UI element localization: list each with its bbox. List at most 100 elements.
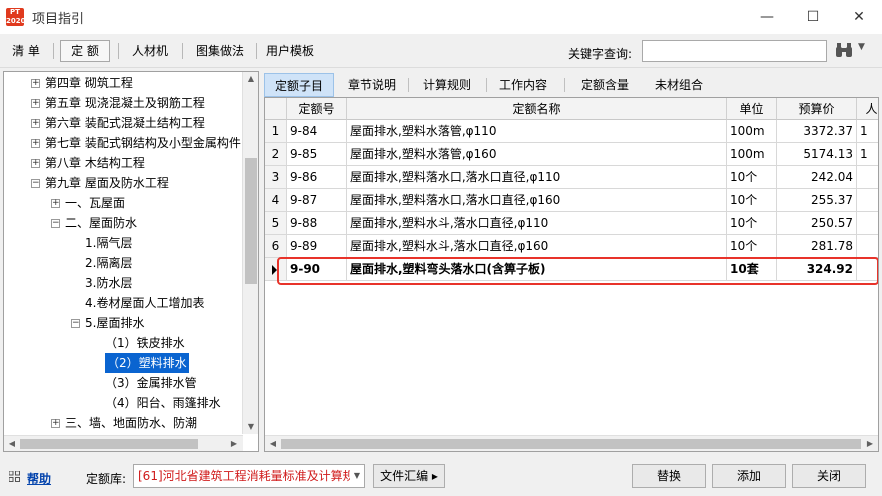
keyword-search-input[interactable] bbox=[642, 40, 827, 62]
quota-unit-cell[interactable]: 100m bbox=[727, 120, 777, 143]
tree-item[interactable]: （2）塑料排水 bbox=[4, 353, 242, 373]
expand-icon[interactable]: + bbox=[31, 99, 40, 108]
minimize-button[interactable]: — bbox=[744, 0, 790, 34]
quota-unit-cell[interactable]: 10个 bbox=[727, 166, 777, 189]
quota-unit-cell[interactable]: 100m bbox=[727, 143, 777, 166]
expand-icon[interactable]: + bbox=[31, 79, 40, 88]
row-number-cell[interactable]: 6 bbox=[265, 235, 287, 258]
quota-unit-cell[interactable]: 10个 bbox=[727, 212, 777, 235]
column-header-labor[interactable]: 人 bbox=[857, 98, 878, 120]
tree-item[interactable]: + 一、瓦屋面 bbox=[4, 193, 242, 213]
chevron-down-icon[interactable]: ▼ bbox=[858, 42, 865, 52]
tree-item[interactable]: 1.隔气层 bbox=[4, 233, 242, 253]
scroll-thumb[interactable] bbox=[281, 439, 861, 449]
quota-unit-cell[interactable]: 10个 bbox=[727, 235, 777, 258]
scroll-thumb[interactable] bbox=[20, 439, 198, 449]
close-window-button[interactable]: ✕ bbox=[836, 0, 882, 34]
tree-item[interactable]: + 第八章 木结构工程 bbox=[4, 153, 242, 173]
scroll-left-icon[interactable]: ◀ bbox=[265, 439, 281, 448]
column-header-name[interactable]: 定额名称 bbox=[347, 98, 727, 120]
tab-quota-button[interactable]: 定 额 bbox=[60, 40, 110, 62]
quota-code-cell[interactable]: 9-85 bbox=[287, 143, 347, 166]
quota-labor-cell[interactable] bbox=[857, 212, 878, 235]
quota-labor-cell[interactable]: 1 bbox=[857, 120, 878, 143]
scroll-left-icon[interactable]: ◀ bbox=[4, 439, 20, 448]
quota-code-cell[interactable]: 9-88 bbox=[287, 212, 347, 235]
quota-price-cell[interactable]: 242.04 bbox=[777, 166, 857, 189]
tab-labor-material-button[interactable]: 人材机 bbox=[124, 40, 176, 62]
tree-item[interactable]: + 第五章 现浇混凝土及钢筋工程 bbox=[4, 93, 242, 113]
tree-vertical-scrollbar[interactable]: ▲ ▼ bbox=[242, 72, 258, 434]
grid-help-icon[interactable] bbox=[9, 471, 20, 482]
quota-price-cell[interactable]: 281.78 bbox=[777, 235, 857, 258]
tree-item[interactable]: 2.隔离层 bbox=[4, 253, 242, 273]
tab-quota-content[interactable]: 定额含量 bbox=[572, 73, 638, 97]
quota-name-cell[interactable]: 屋面排水,塑料落水口,落水口直径,φ160 bbox=[347, 189, 727, 212]
expand-icon[interactable]: + bbox=[51, 199, 60, 208]
tab-material-combo[interactable]: 未材组合 bbox=[646, 73, 712, 97]
column-header-price[interactable]: 预算价 bbox=[777, 98, 857, 120]
tree-item[interactable]: + 三、墙、地面防水、防潮 bbox=[4, 413, 242, 433]
quota-code-cell[interactable]: 9-84 bbox=[287, 120, 347, 143]
quota-labor-cell[interactable] bbox=[857, 235, 878, 258]
tree-item[interactable]: （1）铁皮排水 bbox=[4, 333, 242, 353]
expand-icon[interactable]: + bbox=[51, 419, 60, 428]
help-link[interactable]: 帮助 bbox=[27, 470, 51, 487]
library-select[interactable]: [61]河北省建筑工程消耗量标准及计算规 ▼ bbox=[133, 464, 365, 488]
row-number-cell[interactable]: 1 bbox=[265, 120, 287, 143]
close-button[interactable]: 关闭 bbox=[792, 464, 866, 488]
quota-name-cell[interactable]: 屋面排水,塑料水落管,φ160 bbox=[347, 143, 727, 166]
quota-name-cell[interactable]: 屋面排水,塑料落水口,落水口直径,φ110 bbox=[347, 166, 727, 189]
tree-item[interactable]: 4.卷材屋面人工增加表 bbox=[4, 293, 242, 313]
expand-icon[interactable]: + bbox=[31, 159, 40, 168]
quota-price-cell[interactable]: 3372.37 bbox=[777, 120, 857, 143]
scroll-right-icon[interactable]: ▶ bbox=[862, 439, 878, 448]
tree-item[interactable]: + 第七章 装配式钢结构及小型金属构件 bbox=[4, 133, 242, 153]
chevron-down-icon[interactable]: ▼ bbox=[350, 465, 364, 487]
table-horizontal-scrollbar[interactable]: ◀ ▶ bbox=[265, 435, 878, 451]
quota-labor-cell[interactable]: 1 bbox=[857, 143, 878, 166]
row-number-cell[interactable]: 2 bbox=[265, 143, 287, 166]
quota-unit-cell[interactable]: 10个 bbox=[727, 189, 777, 212]
scroll-thumb[interactable] bbox=[245, 158, 257, 284]
scroll-right-icon[interactable]: ▶ bbox=[226, 439, 242, 448]
replace-button[interactable]: 替换 bbox=[632, 464, 706, 488]
quota-name-cell[interactable]: 屋面排水,塑料水落管,φ110 bbox=[347, 120, 727, 143]
quota-labor-cell[interactable] bbox=[857, 166, 878, 189]
collapse-icon[interactable]: − bbox=[31, 179, 40, 188]
tab-bill-button[interactable]: 清 单 bbox=[4, 40, 48, 62]
tree-item[interactable]: + 第四章 砌筑工程 bbox=[4, 73, 242, 93]
quota-name-cell[interactable]: 屋面排水,塑料水斗,落水口直径,φ110 bbox=[347, 212, 727, 235]
tab-calc-rules[interactable]: 计算规则 bbox=[414, 73, 480, 97]
quota-price-cell[interactable]: 5174.13 bbox=[777, 143, 857, 166]
add-button[interactable]: 添加 bbox=[712, 464, 786, 488]
tab-atlas-button[interactable]: 图集做法 bbox=[188, 40, 252, 62]
quota-code-cell[interactable]: 9-86 bbox=[287, 166, 347, 189]
collapse-icon[interactable]: − bbox=[71, 319, 80, 328]
scroll-down-icon[interactable]: ▼ bbox=[243, 422, 258, 431]
file-compile-button[interactable]: 文件汇编 ▸ bbox=[373, 464, 445, 488]
row-number-cell[interactable]: 5 bbox=[265, 212, 287, 235]
tree-item[interactable]: （3）金属排水管 bbox=[4, 373, 242, 393]
column-header-code[interactable]: 定额号 bbox=[287, 98, 347, 120]
tab-user-template-button[interactable]: 用户模板 bbox=[260, 40, 320, 62]
expand-icon[interactable]: + bbox=[31, 119, 40, 128]
tree-item[interactable]: − 第九章 屋面及防水工程 bbox=[4, 173, 242, 193]
tab-chapter-notes[interactable]: 章节说明 bbox=[340, 73, 404, 97]
column-header-unit[interactable]: 单位 bbox=[727, 98, 777, 120]
tab-quota-items[interactable]: 定额子目 bbox=[264, 73, 334, 97]
tree-item[interactable]: （4）阳台、雨篷排水 bbox=[4, 393, 242, 413]
tree-item[interactable]: − 二、屋面防水 bbox=[4, 213, 242, 233]
tab-work-content[interactable]: 工作内容 bbox=[492, 73, 554, 97]
quota-price-cell[interactable]: 255.37 bbox=[777, 189, 857, 212]
tree-horizontal-scrollbar[interactable]: ◀ ▶ bbox=[4, 435, 243, 451]
tree-item[interactable]: −5.屋面排水 bbox=[4, 313, 242, 333]
binoculars-icon[interactable] bbox=[835, 42, 853, 58]
row-number-cell[interactable]: 4 bbox=[265, 189, 287, 212]
quota-name-cell[interactable]: 屋面排水,塑料水斗,落水口直径,φ160 bbox=[347, 235, 727, 258]
tree-item[interactable]: + 第六章 装配式混凝土结构工程 bbox=[4, 113, 242, 133]
tree-item[interactable]: 3.防水层 bbox=[4, 273, 242, 293]
row-number-cell[interactable]: 3 bbox=[265, 166, 287, 189]
scroll-up-icon[interactable]: ▲ bbox=[243, 74, 258, 83]
quota-labor-cell[interactable] bbox=[857, 189, 878, 212]
